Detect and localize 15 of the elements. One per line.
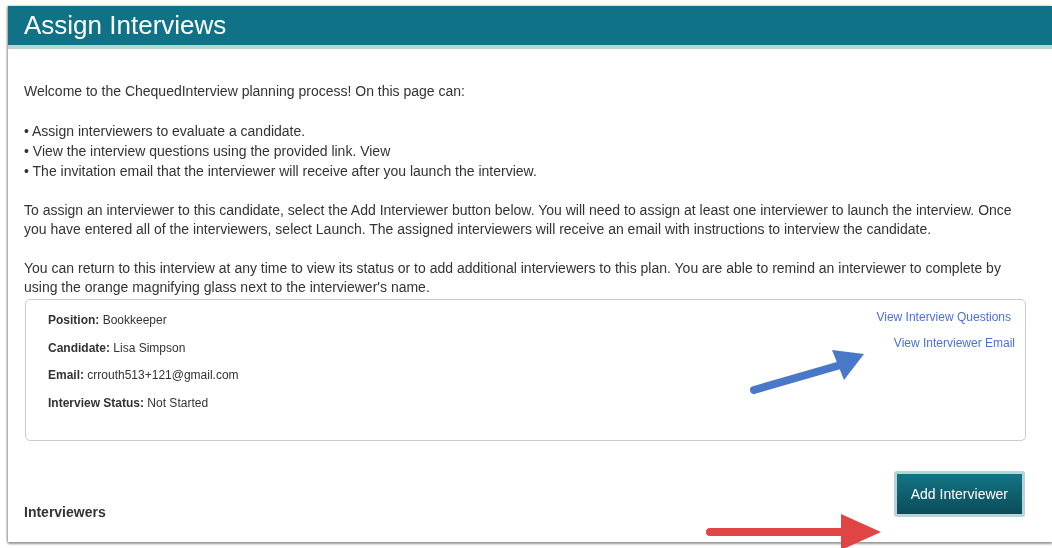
section-heading: Interviewers <box>24 504 106 520</box>
add-interviewer-button[interactable]: Add Interviewer <box>893 471 1025 517</box>
detail-link[interactable]: View Interviewer Email <box>893 335 1015 351</box>
page-title: Assign Interviews <box>24 10 227 41</box>
bullet-item: • View the interview questions using the provided link. View <box>24 142 392 161</box>
bullet-item: • The invitation email that the interviewer will receive after you launch the interview. <box>24 162 538 181</box>
instruction-paragraph: To assign an interviewer to this candidate, select the Add Interviewer button below. You will need to assign at least one interviewer to launch the interview. Once you have entered all of the interviewers, select Launch. The assigned interviewers will receive an email with instructions to interview the candidate. <box>24 201 1013 239</box>
detail-line: Email: crrouth513+121@gmail.com <box>48 367 239 383</box>
detail-link[interactable]: View Interview Questions <box>876 309 1011 325</box>
intro-text: Welcome to the ChequedInterview planning process! On this page can: <box>24 82 466 101</box>
detail-line: Candidate: Lisa Simpson <box>48 339 187 356</box>
detail-line: Position: Bookkeeper <box>48 312 168 328</box>
bullet-item: • Assign interviewers to evaluate a candidate. <box>24 122 307 141</box>
instruction-paragraph: You can return to this interview at any time to view its status or to add additional interviewers to this plan. You are able to remind an interviewer to complete by using the orange magnifying glass next to the interviewer's name. <box>24 259 1002 297</box>
detail-line: Interview Status: Not Started <box>48 394 210 411</box>
